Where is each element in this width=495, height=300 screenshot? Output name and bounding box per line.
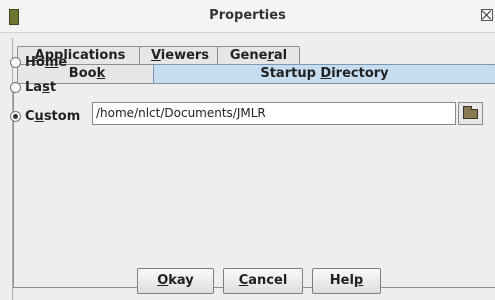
tab-viewers[interactable]: Viewers	[139, 46, 221, 66]
radio-home-button[interactable]	[10, 56, 21, 68]
radio-last[interactable]: Last	[10, 78, 56, 96]
okay-button-label: Okay	[157, 273, 194, 288]
tab-startup-directory[interactable]: Startup Directory	[153, 64, 495, 83]
folder-icon	[463, 106, 478, 119]
tab-viewers-label: Viewers	[150, 48, 210, 63]
radio-custom[interactable]: Custom	[10, 107, 80, 125]
radio-home[interactable]: Home	[10, 53, 67, 71]
title-bar: Properties	[0, 0, 495, 33]
radio-home-label: Home	[25, 54, 68, 70]
radio-custom-button[interactable]	[10, 110, 21, 122]
tab-book-label: Book	[68, 66, 106, 81]
tab-general[interactable]: General	[217, 46, 300, 66]
browse-button[interactable]	[458, 102, 483, 125]
help-button-label: Help	[329, 273, 364, 288]
tab-startup-directory-label: Startup Directory	[260, 66, 389, 81]
custom-path-field[interactable]: /home/nlct/Documents/JMLR	[92, 102, 456, 125]
dialog-content: Applications Viewers General Book Startu…	[12, 38, 495, 300]
close-icon[interactable]	[481, 9, 493, 21]
radio-custom-label: Custom	[25, 108, 81, 124]
cancel-button-label: Cancel	[238, 273, 288, 288]
help-button[interactable]: Help	[312, 268, 381, 294]
okay-button[interactable]: Okay	[137, 268, 214, 294]
cancel-button[interactable]: Cancel	[223, 268, 303, 294]
window-title: Properties	[209, 8, 286, 23]
tab-general-label: General	[229, 48, 288, 63]
radio-last-label: Last	[25, 79, 57, 95]
radio-last-button[interactable]	[10, 81, 21, 93]
